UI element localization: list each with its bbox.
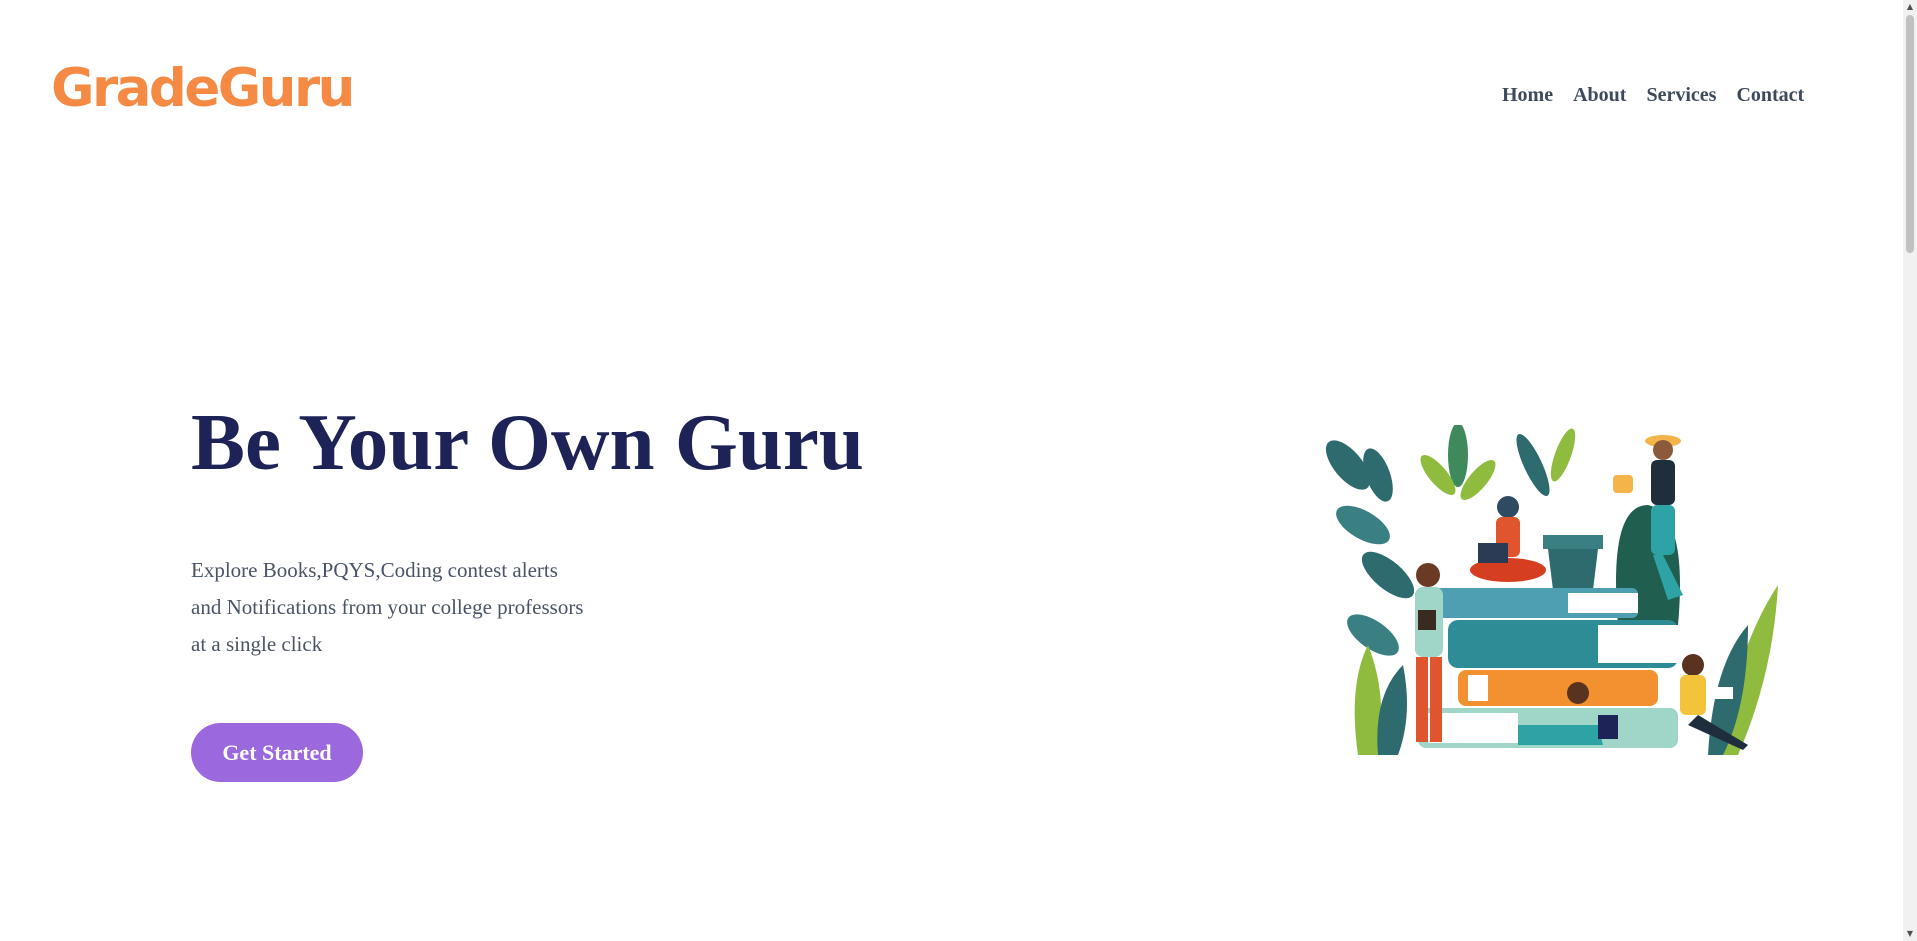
main-nav: Home About Services Contact [1502, 84, 1804, 107]
page-scrollbar[interactable]: ▲ ▼ [1903, 0, 1917, 941]
scrollbar-thumb[interactable] [1906, 15, 1914, 253]
brand-logo[interactable]: GradeGuru [51, 62, 355, 115]
plant-pot [1543, 535, 1603, 590]
hero-description: Explore Books,PQYS,Coding contest alerts… [191, 558, 584, 656]
foliage-top [1420, 425, 1576, 501]
foliage-left [1325, 440, 1415, 755]
nav-link-about[interactable]: About [1573, 84, 1626, 107]
hero-title: Be Your Own Guru [191, 397, 864, 487]
person-with-laptop [1470, 496, 1546, 582]
page: GradeGuru Home About Services Contact Be… [0, 0, 1917, 941]
nav-link-home[interactable]: Home [1502, 84, 1553, 107]
scroll-up-icon[interactable]: ▲ [1903, 0, 1917, 14]
students-with-books-illustration [1325, 425, 1778, 755]
nav-link-services[interactable]: Services [1646, 84, 1716, 107]
scroll-down-icon[interactable]: ▼ [1903, 927, 1917, 941]
get-started-button[interactable]: Get Started [191, 723, 363, 782]
nav-link-contact[interactable]: Contact [1736, 84, 1804, 107]
